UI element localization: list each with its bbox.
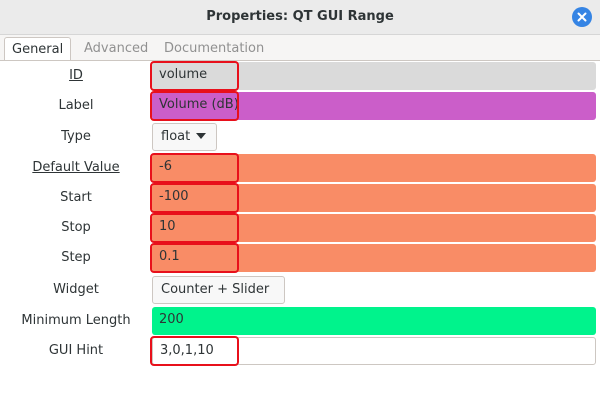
step-label: Step (61, 250, 91, 265)
type-value: float (161, 129, 191, 144)
label-field[interactable]: Volume (dB) (152, 92, 596, 120)
default-value-field[interactable]: -6 (152, 154, 596, 182)
window-title: Properties: QT GUI Range (206, 9, 394, 24)
start-field[interactable]: -100 (152, 184, 596, 212)
tab-general[interactable]: General (4, 37, 72, 62)
step-field[interactable]: 0.1 (152, 244, 596, 272)
start-label: Start (60, 190, 92, 205)
id-label: ID (69, 68, 83, 83)
label-label: Label (58, 98, 94, 113)
widget-value: Counter + Slider (161, 282, 270, 297)
id-field[interactable]: volume (152, 62, 596, 90)
widget-dropdown[interactable]: Counter + Slider (152, 276, 285, 318)
minimum-length-label: Minimum Length (21, 313, 131, 328)
general-panel: ID volume Label Volume (dB) Type float D… (0, 60, 600, 393)
minimum-length-field[interactable]: 200 (152, 307, 596, 335)
tab-advanced[interactable]: Advanced (84, 39, 148, 59)
gui-hint-field[interactable]: 3,0,1,10 (152, 337, 596, 365)
close-icon (577, 12, 587, 22)
stop-label: Stop (61, 220, 91, 235)
type-label: Type (61, 129, 91, 144)
default-value-label: Default Value (32, 160, 120, 175)
tab-documentation[interactable]: Documentation (164, 39, 264, 59)
tab-bar: General Advanced Documentation (0, 35, 600, 62)
type-dropdown[interactable]: float (152, 123, 217, 151)
close-button[interactable] (572, 7, 592, 27)
gui-hint-label: GUI Hint (48, 343, 104, 358)
stop-field[interactable]: 10 (152, 214, 596, 242)
chevron-down-icon (196, 132, 207, 139)
title-bar: Properties: QT GUI Range (0, 0, 600, 35)
widget-label: Widget (53, 282, 99, 297)
